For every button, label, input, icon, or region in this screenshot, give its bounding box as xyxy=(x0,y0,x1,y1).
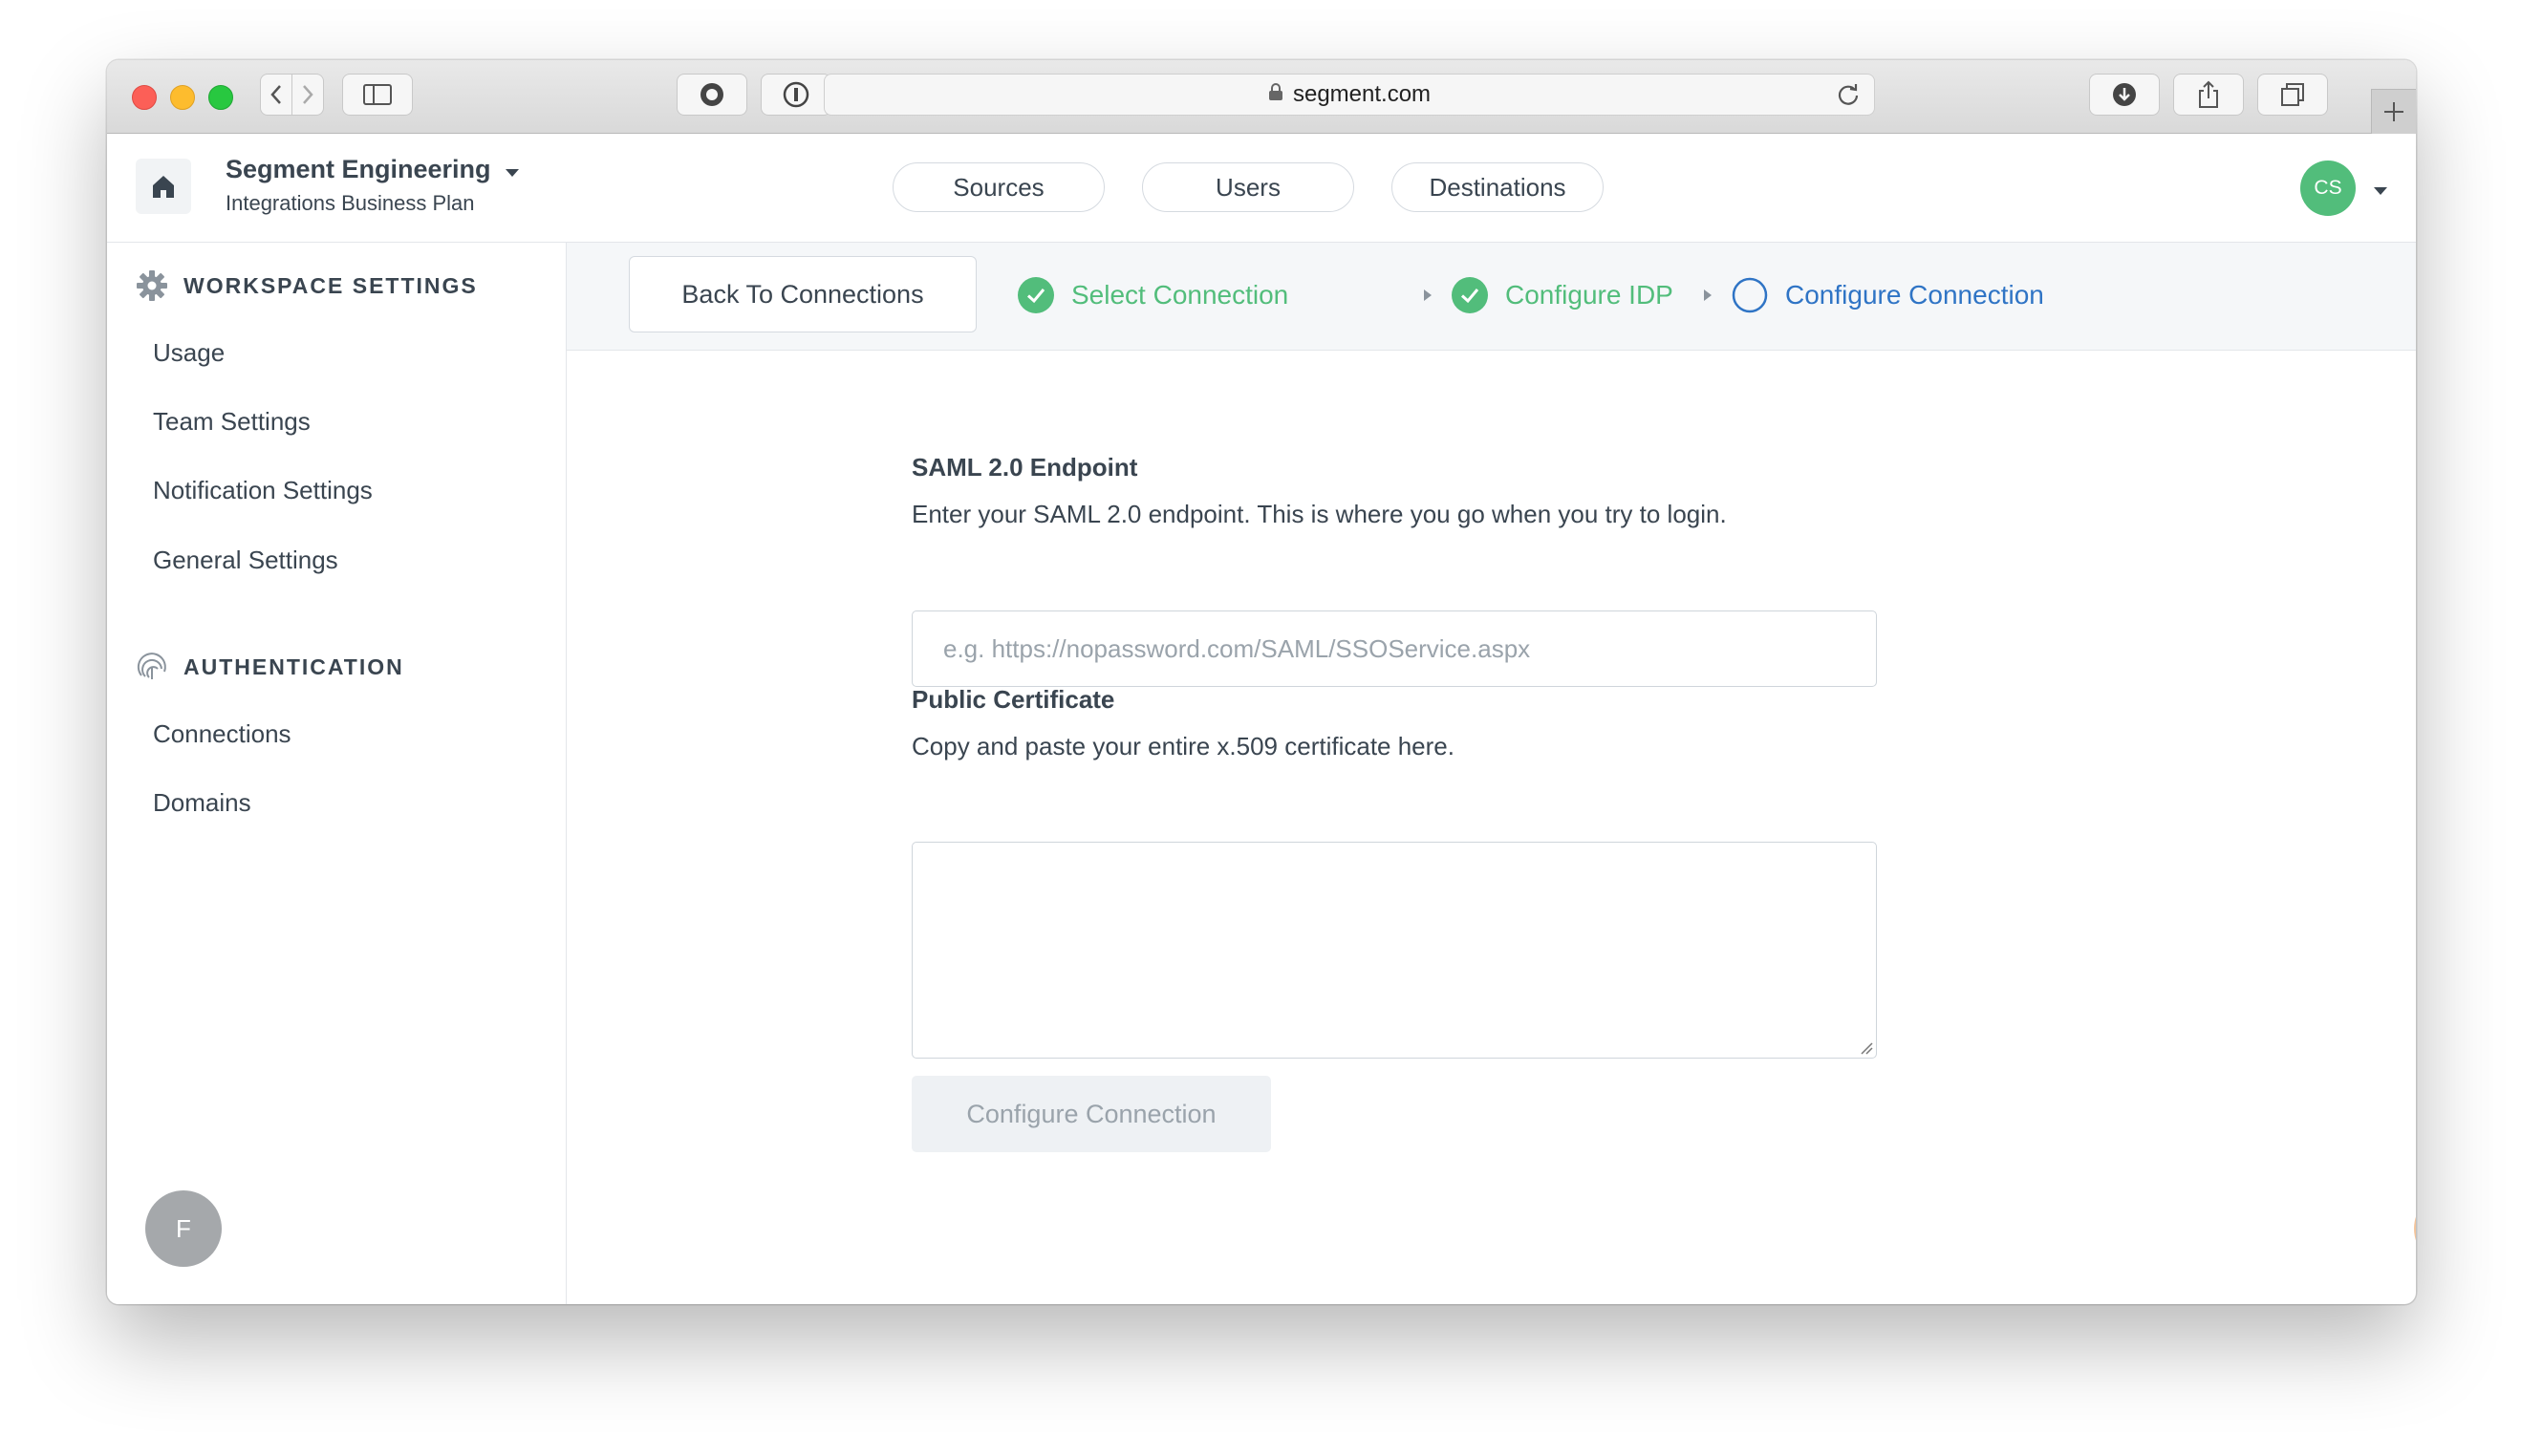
endpoint-label: SAML 2.0 Endpoint xyxy=(912,453,1138,482)
zoom-window-button[interactable] xyxy=(208,85,233,110)
gear-icon xyxy=(137,270,167,301)
app-header: Segment Engineering Integrations Busines… xyxy=(107,134,2416,243)
sidebar-item-general-settings[interactable]: General Settings xyxy=(153,546,338,575)
home-icon[interactable] xyxy=(136,159,191,214)
fingerprint-icon xyxy=(137,653,166,679)
nav-destinations-button[interactable]: Destinations xyxy=(1391,162,1604,212)
step-label: Configure IDP xyxy=(1505,280,1673,310)
resize-handle-icon[interactable] xyxy=(1860,1041,1873,1055)
step-configure-idp[interactable]: Configure IDP xyxy=(1452,277,1673,313)
authentication-heading: AUTHENTICATION xyxy=(136,651,404,683)
record-icon[interactable] xyxy=(677,74,747,116)
step-label: Configure Connection xyxy=(1785,280,2044,310)
step-bar: Back To Connections Select Connection Co… xyxy=(567,243,2416,351)
step-arrow-icon xyxy=(1424,289,1432,301)
browser-toolbar: segment.com xyxy=(107,60,2416,134)
step-label: Select Connection xyxy=(1071,280,1289,310)
authentication-title: AUTHENTICATION xyxy=(183,653,404,679)
workspace-switcher[interactable]: Segment Engineering xyxy=(226,155,520,184)
sidebar-item-usage[interactable]: Usage xyxy=(153,338,225,368)
nav-users-button[interactable]: Users xyxy=(1142,162,1354,212)
password-icon[interactable] xyxy=(761,74,831,116)
user-avatar[interactable]: CS xyxy=(2300,161,2356,216)
nav-sources-button[interactable]: Sources xyxy=(893,162,1105,212)
sidebar-item-team-settings[interactable]: Team Settings xyxy=(153,407,311,437)
sidebar-item-notification-settings[interactable]: Notification Settings xyxy=(153,476,373,505)
minimize-window-button[interactable] xyxy=(170,85,195,110)
workspace-settings-heading: WORKSPACE SETTINGS xyxy=(136,269,478,302)
download-icon[interactable] xyxy=(2089,74,2160,116)
back-icon[interactable] xyxy=(260,74,292,116)
forward-icon[interactable] xyxy=(291,74,324,116)
sidebar-item-connections[interactable]: Connections xyxy=(153,719,291,749)
user-menu-chevron-icon[interactable] xyxy=(2373,183,2388,201)
check-circle-icon xyxy=(1018,277,1054,313)
bottom-user-avatar[interactable]: F xyxy=(145,1190,222,1267)
step-select-connection[interactable]: Select Connection xyxy=(1018,277,1288,313)
new-tab-icon[interactable] xyxy=(2371,89,2416,134)
tabs-icon[interactable] xyxy=(2257,74,2328,116)
workspace-name: Segment Engineering xyxy=(226,155,491,183)
certificate-description: Copy and paste your entire x.509 certifi… xyxy=(912,732,1454,760)
browser-window: segment.com Segment Engineering Integrat… xyxy=(107,60,2416,1304)
sidebar-icon[interactable] xyxy=(342,74,413,116)
workspace-plan: Integrations Business Plan xyxy=(226,191,475,215)
saml-endpoint-input[interactable] xyxy=(912,610,1877,687)
certificate-textarea[interactable] xyxy=(912,842,1877,1059)
lock-icon xyxy=(1268,81,1283,108)
chevron-down-icon xyxy=(505,155,520,184)
sidebar-item-domains[interactable]: Domains xyxy=(153,788,251,818)
configure-connection-button[interactable]: Configure Connection xyxy=(912,1076,1271,1152)
check-circle-icon xyxy=(1452,277,1488,313)
endpoint-description: Enter your SAML 2.0 endpoint. This is wh… xyxy=(912,500,1727,528)
sidebar: WORKSPACE SETTINGS Usage Team Settings N… xyxy=(107,243,567,1304)
certificate-label: Public Certificate xyxy=(912,685,1115,714)
step-arrow-icon xyxy=(1704,289,1712,301)
url-bar[interactable]: segment.com xyxy=(824,74,1875,116)
workspace-settings-title: WORKSPACE SETTINGS xyxy=(183,272,478,298)
empty-circle-icon xyxy=(1732,277,1768,313)
reload-icon[interactable] xyxy=(1836,82,1861,114)
step-configure-connection[interactable]: Configure Connection xyxy=(1732,277,2044,313)
back-to-connections-button[interactable]: Back To Connections xyxy=(629,256,977,332)
share-icon[interactable] xyxy=(2173,74,2244,116)
close-window-button[interactable] xyxy=(132,85,157,110)
url-text: segment.com xyxy=(1292,81,1432,107)
chat-avatar[interactable]: C xyxy=(2414,1190,2416,1267)
